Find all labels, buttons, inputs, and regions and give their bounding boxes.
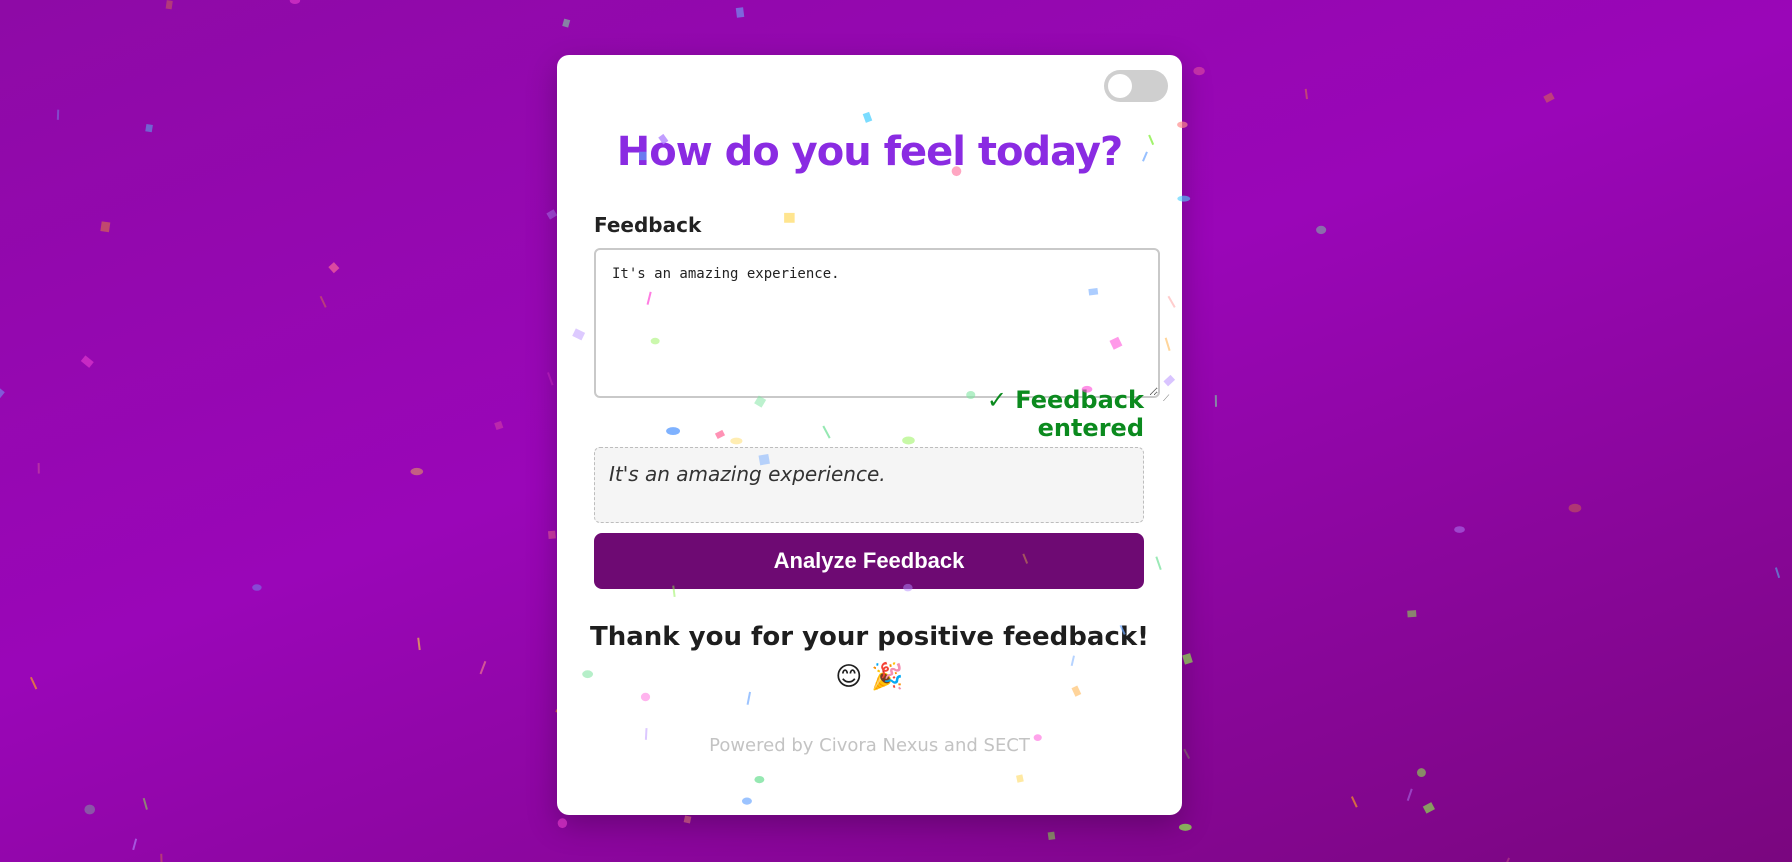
confetti-piece (683, 815, 692, 824)
confetti-piece (252, 584, 262, 591)
confetti-piece (1503, 857, 1510, 862)
confetti-piece (0, 388, 5, 399)
confetti-piece (1407, 610, 1417, 618)
confetti-piece (1193, 66, 1205, 76)
confetti-piece (1568, 503, 1582, 513)
confetti-piece (160, 853, 163, 862)
confetti-piece (37, 462, 40, 474)
confetti-piece (547, 372, 554, 386)
confetti-piece (1774, 567, 1781, 579)
analyze-feedback-button[interactable]: Analyze Feedback (594, 533, 1144, 589)
confetti-piece (1182, 653, 1193, 665)
confetti-piece (1214, 395, 1218, 407)
confetti-piece (479, 660, 487, 675)
confetti-piece (142, 797, 148, 810)
confetti-piece (165, 0, 173, 10)
feedback-preview: It's an amazing experience. (594, 447, 1144, 523)
confetti-piece (547, 530, 556, 540)
page-title: How do you feel today? (616, 129, 1123, 175)
confetti-piece (1316, 225, 1327, 235)
confetti-piece (1543, 92, 1555, 103)
feedback-card: How do you feel today? Feedback ⟋ ✓ Feed… (557, 55, 1182, 815)
confetti-piece (56, 109, 60, 120)
confetti-piece (84, 804, 96, 815)
confetti-piece (735, 7, 745, 18)
toggle-knob (1108, 74, 1132, 98)
confetti-piece (289, 0, 301, 4)
feedback-entered-status: ✓ Feedback entered (986, 386, 1144, 442)
confetti-piece (417, 637, 421, 651)
confetti-piece (1183, 748, 1191, 760)
confetti-piece (494, 420, 504, 431)
confetti-piece (1454, 526, 1465, 533)
confetti-piece (410, 467, 424, 476)
confetti-piece (319, 295, 327, 308)
confetti-piece (562, 18, 571, 28)
confetti-piece (132, 838, 138, 851)
confetti-piece (1416, 768, 1426, 777)
feedback-textarea[interactable] (594, 248, 1160, 398)
confetti-piece (100, 221, 111, 233)
confetti-piece (80, 355, 94, 368)
confetti-piece (1422, 802, 1435, 814)
confetti-piece (1178, 823, 1192, 831)
result-message: Thank you for your positive feedback! 😊 … (590, 622, 1149, 692)
powered-by-footer: Powered by Civora Nexus and SECT (709, 735, 1030, 756)
confetti-piece (1350, 796, 1358, 808)
theme-toggle[interactable] (1104, 70, 1168, 102)
confetti-piece (557, 818, 568, 829)
confetti-piece (145, 123, 153, 133)
confetti-piece (328, 262, 340, 274)
resize-grip-icon[interactable]: ⟋ (1163, 394, 1173, 404)
feedback-label: Feedback (594, 213, 702, 237)
confetti-piece (1304, 88, 1308, 100)
confetti-piece (1047, 831, 1056, 841)
confetti-piece (546, 209, 558, 220)
confetti-piece (29, 676, 38, 690)
confetti-piece (1406, 788, 1413, 802)
